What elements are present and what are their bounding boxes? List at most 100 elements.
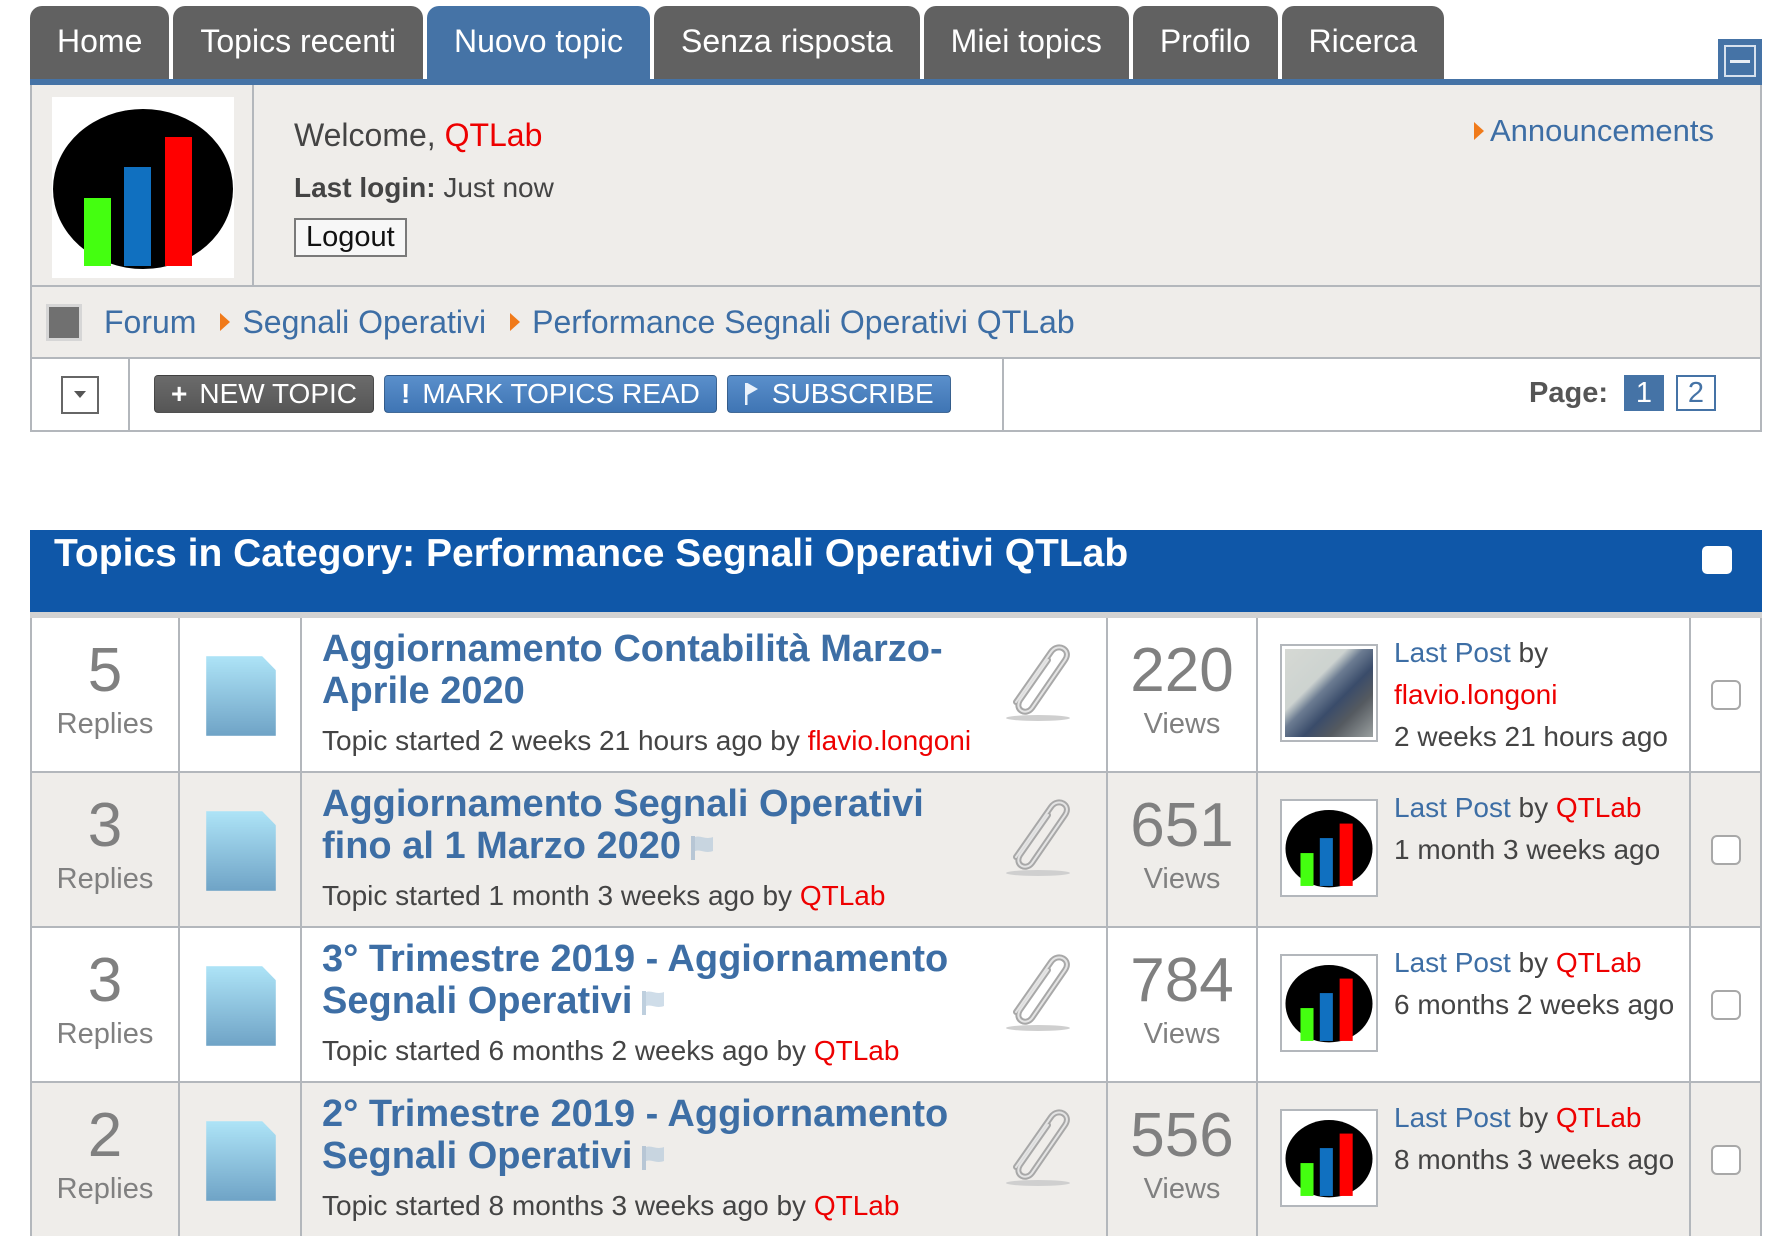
subscribe-button[interactable]: SUBSCRIBE xyxy=(726,375,951,413)
last-post-author-link[interactable]: QTLab xyxy=(1556,1102,1642,1133)
welcome-username[interactable]: QTLab xyxy=(445,117,543,153)
topic-icon-cell xyxy=(180,618,302,771)
last-post-cell: Last Post by QTLab 8 months 3 weeks ago xyxy=(1258,1083,1691,1236)
last-post-avatar[interactable] xyxy=(1280,954,1378,1052)
toolbar-buttons: + NEW TOPIC ! MARK TOPICS READ SUBSCRIBE xyxy=(154,375,951,413)
last-post-info: Last Post by flavio.longoni 2 weeks 21 h… xyxy=(1394,632,1684,758)
select-cell xyxy=(1691,618,1762,771)
paperclip-icon xyxy=(1006,799,1070,876)
topic-title-link[interactable]: 2° Trimestre 2019 - Aggiornamento Segnal… xyxy=(322,1093,1002,1177)
last-post-author-link[interactable]: flavio.longoni xyxy=(1394,679,1557,710)
by-label: by xyxy=(776,1035,807,1066)
topic-started-ago: 1 month 3 weeks ago xyxy=(488,880,755,911)
topic-select-checkbox[interactable] xyxy=(1711,835,1741,865)
last-post-link[interactable]: Last Post xyxy=(1394,947,1511,978)
bulk-select-dropdown[interactable] xyxy=(61,375,99,414)
last-post-ago: 1 month 3 weeks ago xyxy=(1394,834,1661,865)
last-post-avatar[interactable] xyxy=(1280,644,1378,742)
select-cell xyxy=(1691,773,1762,926)
views-label: Views xyxy=(1143,1173,1221,1205)
topic-select-checkbox[interactable] xyxy=(1711,1145,1741,1175)
views-cell: 651 Views xyxy=(1108,773,1258,926)
replies-cell: 3 Replies xyxy=(32,773,180,926)
last-post-cell: Last Post by flavio.longoni 2 weeks 21 h… xyxy=(1258,618,1691,771)
tab-senza-risposta[interactable]: Senza risposta xyxy=(653,6,920,81)
views-count: 784 xyxy=(1130,946,1234,1015)
views-cell: 220 Views xyxy=(1108,618,1258,771)
select-all-checkbox[interactable] xyxy=(1702,546,1732,574)
topic-row: 5 Replies Aggiornamento Contabilità Marz… xyxy=(30,618,1762,773)
page-2[interactable]: 2 xyxy=(1676,375,1716,411)
topic-started-label: Topic started xyxy=(322,880,481,911)
topic-title-link[interactable]: 3° Trimestre 2019 - Aggiornamento Segnal… xyxy=(322,938,1002,1022)
pagination: Page: 1 2 xyxy=(1529,375,1716,411)
topic-title-link[interactable]: Aggiornamento Contabilità Marzo-Aprile 2… xyxy=(322,628,1002,712)
topic-select-checkbox[interactable] xyxy=(1711,990,1741,1020)
toolbar-divider xyxy=(1002,359,1004,430)
flag-icon xyxy=(691,835,714,860)
mark-topics-read-button[interactable]: ! MARK TOPICS READ xyxy=(384,375,717,413)
views-count: 651 xyxy=(1130,791,1234,860)
tab-miei-topics[interactable]: Miei topics xyxy=(923,6,1129,81)
announcements-label: Announcements xyxy=(1489,113,1714,148)
tab-topics-recenti[interactable]: Topics recenti xyxy=(173,6,423,81)
last-post-avatar[interactable] xyxy=(1280,1109,1378,1207)
breadcrumb-forum[interactable]: Forum xyxy=(104,304,196,341)
flag-icon xyxy=(642,1145,665,1170)
logout-button[interactable]: Logout xyxy=(294,218,407,257)
last-login: Last login: Just now xyxy=(294,172,554,204)
topic-title-cell: Aggiornamento Contabilità Marzo-Aprile 2… xyxy=(302,618,1108,771)
topic-author-link[interactable]: flavio.longoni xyxy=(808,725,971,756)
arrow-right-icon xyxy=(510,313,521,331)
topic-author-link[interactable]: QTLab xyxy=(814,1190,900,1221)
qtlab-logo-icon xyxy=(53,109,233,269)
collapse-panel-button[interactable] xyxy=(1718,39,1762,83)
by-label: by xyxy=(776,1190,807,1221)
replies-cell: 2 Replies xyxy=(32,1083,180,1236)
replies-label: Replies xyxy=(56,708,154,740)
last-post-by: by xyxy=(1518,947,1549,978)
replies-count: 2 xyxy=(87,1101,123,1170)
topic-meta: Topic started 1 month 3 weeks ago by QTL… xyxy=(322,880,885,912)
last-post-link[interactable]: Last Post xyxy=(1394,637,1511,668)
topic-title-cell: Aggiornamento Segnali Operativi fino al … xyxy=(302,773,1108,926)
topic-author-link[interactable]: QTLab xyxy=(800,880,886,911)
last-login-value: Just now xyxy=(443,172,554,203)
avatar-cell xyxy=(32,85,254,285)
new-topic-button[interactable]: + NEW TOPIC xyxy=(154,375,375,413)
arrow-right-icon xyxy=(220,313,231,331)
breadcrumb-current-category[interactable]: Performance Segnali Operativi QTLab xyxy=(532,304,1074,341)
bulk-select-cell xyxy=(32,359,130,430)
topic-title: Aggiornamento Contabilità Marzo-Aprile 2… xyxy=(322,628,943,712)
paperclip-icon xyxy=(1006,644,1070,721)
views-label: Views xyxy=(1143,863,1221,895)
last-post-avatar[interactable] xyxy=(1280,799,1378,897)
user-info-row: Welcome, QTLab Last login: Just now Logo… xyxy=(32,85,1760,287)
topic-title: 2° Trimestre 2019 - Aggiornamento Segnal… xyxy=(322,1093,949,1177)
tab-nuovo-topic[interactable]: Nuovo topic xyxy=(427,6,650,81)
document-icon xyxy=(206,1121,276,1201)
last-post-link[interactable]: Last Post xyxy=(1394,792,1511,823)
page-1[interactable]: 1 xyxy=(1624,375,1664,411)
topic-row: 3 Replies 3° Trimestre 2019 - Aggiorname… xyxy=(30,928,1762,1083)
main-nav-tabs: Home Topics recenti Nuovo topic Senza ri… xyxy=(30,6,1444,81)
last-login-label: Last login: xyxy=(294,172,436,203)
tab-home[interactable]: Home xyxy=(30,6,170,81)
user-avatar[interactable] xyxy=(52,97,234,278)
tab-profilo[interactable]: Profilo xyxy=(1132,6,1278,81)
flag-icon xyxy=(642,990,665,1015)
minus-icon xyxy=(1724,45,1756,77)
announcements-link[interactable]: Announcements xyxy=(1473,113,1714,149)
last-post-link[interactable]: Last Post xyxy=(1394,1102,1511,1133)
document-icon xyxy=(206,966,276,1046)
views-count: 556 xyxy=(1130,1101,1234,1170)
last-post-author-link[interactable]: QTLab xyxy=(1556,792,1642,823)
topic-author-link[interactable]: QTLab xyxy=(814,1035,900,1066)
topic-meta: Topic started 8 months 3 weeks ago by QT… xyxy=(322,1190,899,1222)
tab-ricerca[interactable]: Ricerca xyxy=(1281,6,1444,81)
last-post-author-link[interactable]: QTLab xyxy=(1556,947,1642,978)
breadcrumb-segnali-operativi[interactable]: Segnali Operativi xyxy=(242,304,486,341)
topic-title-link[interactable]: Aggiornamento Segnali Operativi fino al … xyxy=(322,783,1002,867)
topic-select-checkbox[interactable] xyxy=(1711,680,1741,710)
topic-started-ago: 2 weeks 21 hours ago xyxy=(488,725,763,756)
